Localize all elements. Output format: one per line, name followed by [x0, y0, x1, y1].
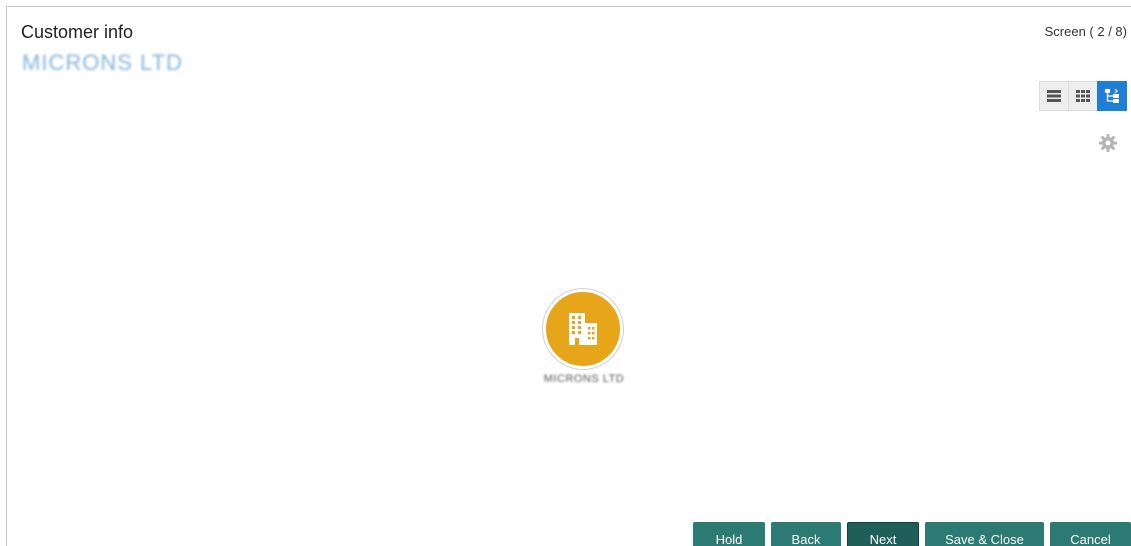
customer-node[interactable]: [543, 289, 623, 369]
list-view-button[interactable]: [1039, 81, 1069, 111]
hierarchy-icon: [1105, 88, 1119, 103]
list-icon: [1047, 90, 1061, 102]
footer-actions: Hold Back Next Save & Close Cancel: [693, 522, 1131, 546]
next-button[interactable]: Next: [847, 522, 919, 546]
customer-node-label: MICRONS LTD: [543, 373, 625, 385]
building-icon: [569, 313, 597, 345]
grid-icon: [1076, 90, 1090, 102]
grid-view-button[interactable]: [1068, 81, 1098, 111]
customer-info-panel: Customer info MICRONS LTD Screen ( 2 / 8…: [6, 6, 1131, 546]
save-close-button[interactable]: Save & Close: [925, 522, 1044, 546]
back-button[interactable]: Back: [771, 522, 841, 546]
customer-name: MICRONS LTD: [22, 50, 183, 75]
screen-counter: Screen ( 2 / 8): [1044, 24, 1127, 39]
page-title: Customer info: [21, 22, 134, 42]
hold-button[interactable]: Hold: [693, 522, 765, 546]
hierarchy-view-button[interactable]: [1097, 81, 1127, 111]
settings-gear-icon[interactable]: [1098, 133, 1118, 153]
cancel-button[interactable]: Cancel: [1050, 522, 1131, 546]
view-toggle: [1039, 81, 1127, 111]
